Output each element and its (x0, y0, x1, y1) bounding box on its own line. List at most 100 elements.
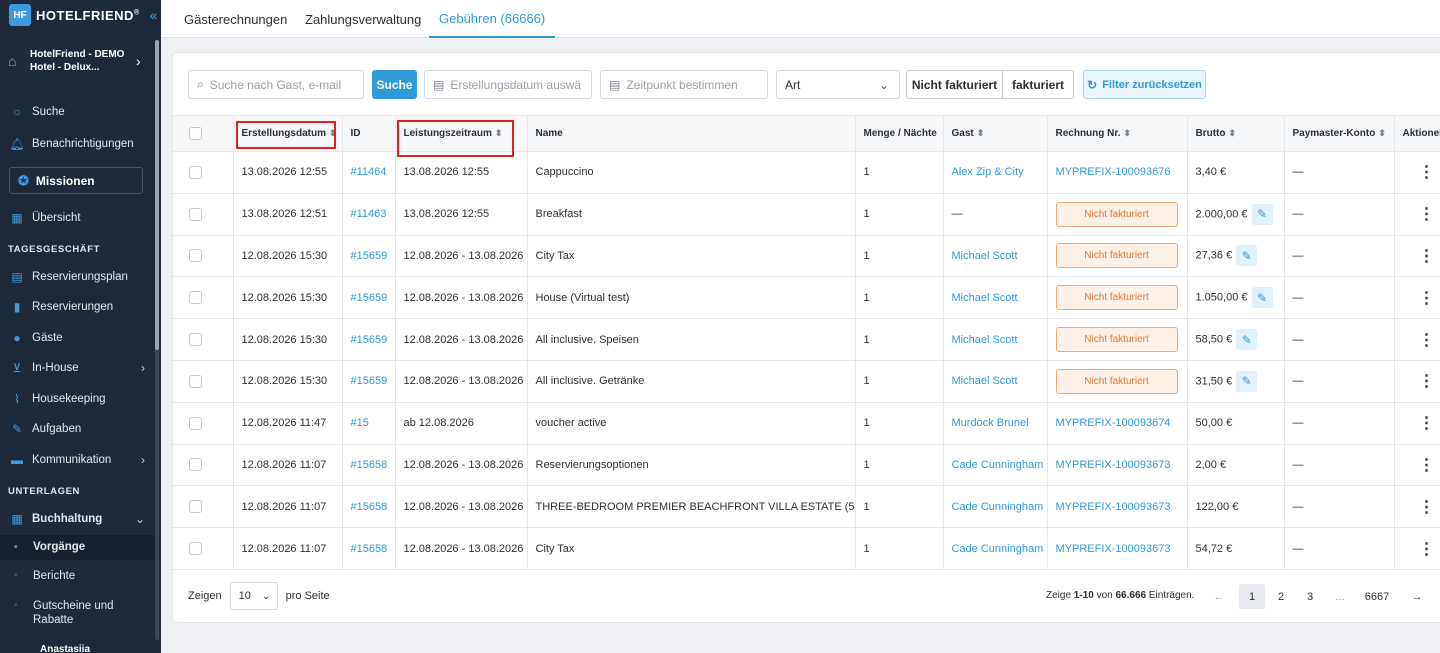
sort-icon[interactable]: ⬍ (1124, 128, 1132, 138)
row-checkbox[interactable] (189, 542, 202, 556)
sidebar-item-tasks[interactable]: ✎ Aufgaben (0, 417, 155, 441)
tab-fees[interactable]: Gebühren (66666) (429, 0, 556, 38)
sidebar-subitem-reports[interactable]: • Berichte (0, 570, 155, 582)
id-link[interactable]: #15659 (351, 250, 388, 262)
sidebar-item-communication[interactable]: ▬ Kommunikation › (0, 448, 155, 472)
hotel-selector[interactable]: ⌂ HotelFriend - DEMO Hotel - Delux... › (0, 44, 155, 78)
table-row[interactable]: 13.08.2026 12:55 #11464 13.08.2026 12:55 Ca… (173, 151, 1440, 194)
invoice-link[interactable]: MYPREFIX-100093673 (1056, 501, 1171, 513)
prev-page-button[interactable]: ← (1209, 584, 1229, 609)
sidebar-item-search[interactable]: ○ Suche (0, 100, 155, 124)
invoice-link[interactable]: MYPREFIX-100093676 (1056, 166, 1171, 178)
search-button[interactable]: Suche (372, 70, 417, 99)
page-button-1[interactable]: 1 (1239, 584, 1265, 609)
table-row[interactable]: 12.08.2026 11:07 #15658 12.08.2026 - 13.08… (173, 444, 1440, 487)
not-invoiced-badge[interactable]: Nicht fakturiert (1055, 285, 1178, 311)
sidebar-item-guests[interactable]: ● Gäste (0, 326, 155, 350)
table-row[interactable]: 13.08.2026 12:51 #11463 13.08.2026 12:55 Br… (173, 193, 1440, 236)
id-link[interactable]: #15 (351, 417, 369, 429)
table-row[interactable]: 12.08.2026 11:07 #15658 12.08.2026 - 13.08… (173, 527, 1440, 570)
sidebar-item-reservation-plan[interactable]: ▤ Reservierungsplan (0, 265, 155, 289)
row-checkbox[interactable] (189, 458, 202, 472)
not-invoiced-badge[interactable]: Nicht fakturiert (1055, 327, 1178, 353)
row-checkbox[interactable] (189, 249, 202, 263)
reset-filter-button[interactable]: ↻ Filter zurücksetzen (1083, 70, 1206, 99)
id-link[interactable]: #15659 (351, 292, 388, 304)
kebab-menu-icon[interactable]: ⋮ (1403, 206, 1436, 223)
table-row[interactable]: 12.08.2026 11:47 #15 ab 12.08.2026 voucher … (173, 402, 1440, 445)
collapse-sidebar-icon[interactable]: « (150, 7, 158, 23)
id-link[interactable]: #11464 (351, 166, 387, 178)
sidebar-subitem-processes[interactable]: • Vorgänge (0, 535, 155, 560)
select-all-checkbox[interactable] (189, 127, 202, 140)
kebab-menu-icon[interactable]: ⋮ (1403, 499, 1436, 516)
col-guest[interactable]: Gast ⬍ (943, 115, 1048, 152)
row-checkbox[interactable] (189, 500, 202, 514)
sidebar-item-housekeeping[interactable]: ⌇ Housekeeping (0, 387, 155, 411)
id-link[interactable]: #15659 (351, 375, 388, 387)
id-link[interactable]: #15659 (351, 334, 388, 346)
guest-link[interactable]: Michael Scott (952, 375, 1018, 387)
guest-link[interactable]: Michael Scott (952, 250, 1018, 262)
id-link[interactable]: #11463 (351, 208, 387, 220)
guest-link[interactable]: Cade Cunningham (952, 543, 1044, 555)
invoice-link[interactable]: MYPREFIX-100093674 (1056, 417, 1171, 429)
invoice-link[interactable]: MYPREFIX-100093673 (1056, 459, 1171, 471)
row-checkbox[interactable] (189, 333, 202, 347)
not-invoiced-badge[interactable]: Nicht fakturiert (1055, 201, 1178, 227)
user-name[interactable]: Anastasiia (0, 644, 155, 653)
kebab-menu-icon[interactable]: ⋮ (1403, 332, 1436, 349)
col-paymaster[interactable]: Paymaster-Konto ⬍ (1284, 115, 1395, 152)
kebab-menu-icon[interactable]: ⋮ (1403, 457, 1436, 474)
not-invoiced-toggle[interactable]: Nicht fakturiert (907, 71, 1003, 98)
id-link[interactable]: #15658 (351, 459, 388, 471)
tab-guest-invoices[interactable]: Gästerechnungen (184, 0, 287, 38)
kebab-menu-icon[interactable]: ⋮ (1403, 290, 1436, 307)
col-invoice[interactable]: Rechnung Nr. ⬍ (1047, 115, 1188, 152)
pencil-icon[interactable]: ✎ (1251, 287, 1273, 309)
sidebar-item-reservations[interactable]: ▮ Reservierungen (0, 295, 155, 319)
guest-link[interactable]: Michael Scott (952, 292, 1018, 304)
kebab-menu-icon[interactable]: ⋮ (1403, 164, 1436, 181)
page-button-last[interactable]: 6667 (1359, 584, 1395, 609)
kebab-menu-icon[interactable]: ⋮ (1403, 541, 1436, 558)
row-checkbox[interactable] (189, 291, 202, 305)
sidebar-item-accounting[interactable]: ▦ Buchhaltung ⌄ (0, 507, 155, 531)
pencil-icon[interactable]: ✎ (1236, 329, 1258, 351)
guest-link[interactable]: Alex Zip & City (952, 166, 1024, 178)
table-row[interactable]: 12.08.2026 11:07 #15658 12.08.2026 - 13.08… (173, 485, 1440, 529)
not-invoiced-badge[interactable]: Nicht fakturiert (1055, 243, 1178, 269)
pencil-icon[interactable]: ✎ (1251, 203, 1273, 225)
created-date-picker[interactable]: ▤ Erstellungsdatum auswä (424, 70, 592, 99)
guest-link[interactable]: Cade Cunningham (952, 459, 1044, 471)
missions-button[interactable]: ✪ Missionen (9, 167, 143, 194)
next-page-button[interactable]: → (1407, 584, 1427, 609)
page-size-select[interactable]: 10 ⌄ (229, 582, 278, 610)
kebab-menu-icon[interactable]: ⋮ (1403, 373, 1436, 390)
table-row[interactable]: 12.08.2026 15:30 #15659 12.08.2026 - 13.08… (173, 318, 1440, 361)
logo[interactable]: HF HOTELFRIEND® « (0, 0, 161, 30)
sort-icon[interactable]: ⬍ (1378, 128, 1386, 138)
col-gross[interactable]: Brutto ⬍ (1187, 115, 1285, 152)
table-row[interactable]: 12.08.2026 15:30 #15659 12.08.2026 - 13.08… (173, 276, 1440, 320)
row-checkbox[interactable] (189, 207, 202, 221)
table-row[interactable]: 12.08.2026 15:30 #15659 12.08.2026 - 13.08… (173, 235, 1440, 278)
row-checkbox[interactable] (189, 165, 202, 179)
id-link[interactable]: #15658 (351, 543, 388, 555)
invoiced-toggle[interactable]: fakturiert (1003, 71, 1073, 98)
row-checkbox[interactable] (189, 416, 202, 430)
invoice-link[interactable]: MYPREFIX-100093673 (1056, 543, 1171, 555)
type-select[interactable]: Art ⌄ (776, 70, 900, 99)
tab-payment-admin[interactable]: Zahlungsverwaltung (305, 0, 421, 38)
sort-icon[interactable]: ⬍ (1229, 128, 1237, 138)
pencil-icon[interactable]: ✎ (1236, 370, 1258, 392)
kebab-menu-icon[interactable]: ⋮ (1403, 415, 1436, 432)
sidebar-item-inhouse[interactable]: ⊻ In-House › (0, 356, 155, 380)
pencil-icon[interactable]: ✎ (1236, 245, 1258, 267)
search-input[interactable]: ⌕ Suche nach Gast, e-mail (188, 70, 364, 99)
sidebar-subitem-vouchers[interactable]: • Gutscheine und Rabatte (0, 599, 155, 627)
kebab-menu-icon[interactable]: ⋮ (1403, 248, 1436, 265)
guest-link[interactable]: Michael Scott (952, 334, 1018, 346)
page-button-2[interactable]: 2 (1271, 584, 1291, 609)
page-button-3[interactable]: 3 (1300, 584, 1320, 609)
